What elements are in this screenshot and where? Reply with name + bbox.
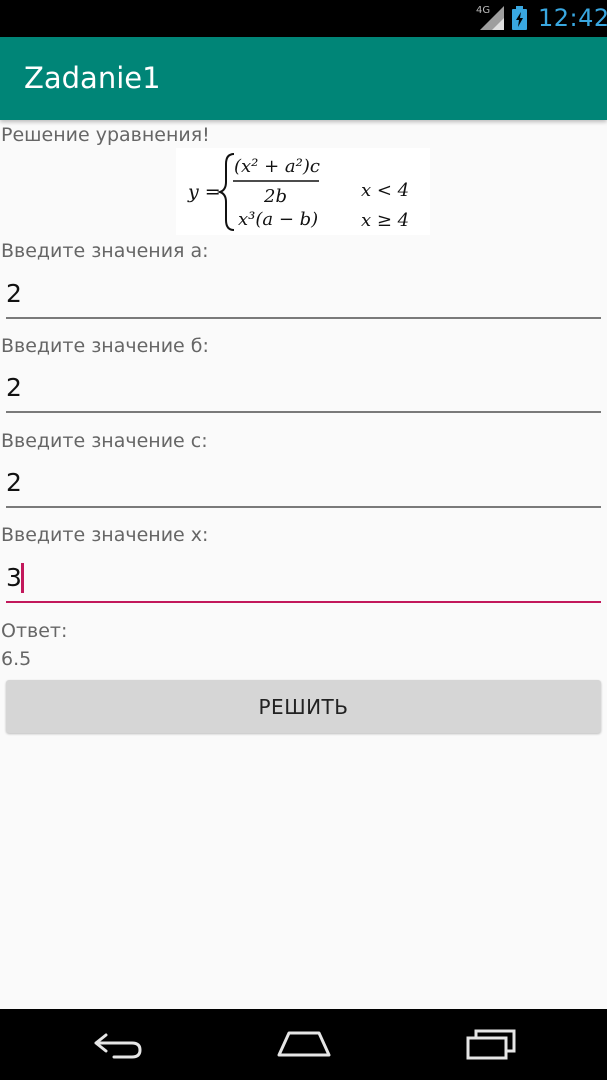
- battery-charging-icon: [512, 6, 527, 30]
- back-icon[interactable]: [92, 1027, 146, 1061]
- field-a-label: Введите значения а:: [1, 240, 209, 262]
- answer-value: 6.5: [1, 648, 32, 670]
- formula-case1-condition: x < 4: [361, 180, 409, 201]
- field-b-value: 2: [6, 373, 22, 402]
- field-c-value: 2: [6, 468, 22, 497]
- equation-formula-image: y = (x² + a²)c 2b x < 4 x³(a − b) x ≥ 4: [176, 148, 430, 235]
- navigation-bar: [0, 1009, 607, 1080]
- field-b-input[interactable]: 2: [6, 367, 601, 413]
- text-cursor: [21, 563, 24, 593]
- recents-icon[interactable]: [464, 1027, 518, 1061]
- field-c-input[interactable]: 2: [6, 462, 601, 508]
- field-x-value: 3: [6, 563, 22, 592]
- field-c-label: Введите значение c:: [1, 430, 208, 452]
- app-bar: Zadanie1: [0, 37, 607, 120]
- formula-lhs: y =: [187, 181, 221, 203]
- equation-heading: Решение уравнения!: [1, 124, 210, 146]
- network-type-label: 4G: [476, 5, 491, 16]
- field-x-input[interactable]: 3: [6, 557, 601, 603]
- formula-case2-expression: x³(a − b): [238, 209, 318, 230]
- field-x-label: Введите значение x:: [1, 524, 209, 546]
- solve-button[interactable]: РЕШИТЬ: [6, 680, 601, 733]
- formula-case1-numerator: (x² + a²)c: [234, 156, 320, 177]
- field-b-label: Введите значение б:: [1, 335, 209, 357]
- formula-case1-denominator: 2b: [263, 186, 287, 207]
- home-icon[interactable]: [275, 1027, 333, 1061]
- clock: 12:42: [538, 4, 607, 32]
- app-title: Zadanie1: [24, 61, 161, 95]
- field-a-value: 2: [6, 279, 22, 308]
- status-bar: 4G 12:42: [0, 0, 607, 37]
- field-a-input[interactable]: 2: [6, 273, 601, 319]
- formula-case2-condition: x ≥ 4: [361, 210, 409, 231]
- answer-label: Ответ:: [1, 620, 68, 642]
